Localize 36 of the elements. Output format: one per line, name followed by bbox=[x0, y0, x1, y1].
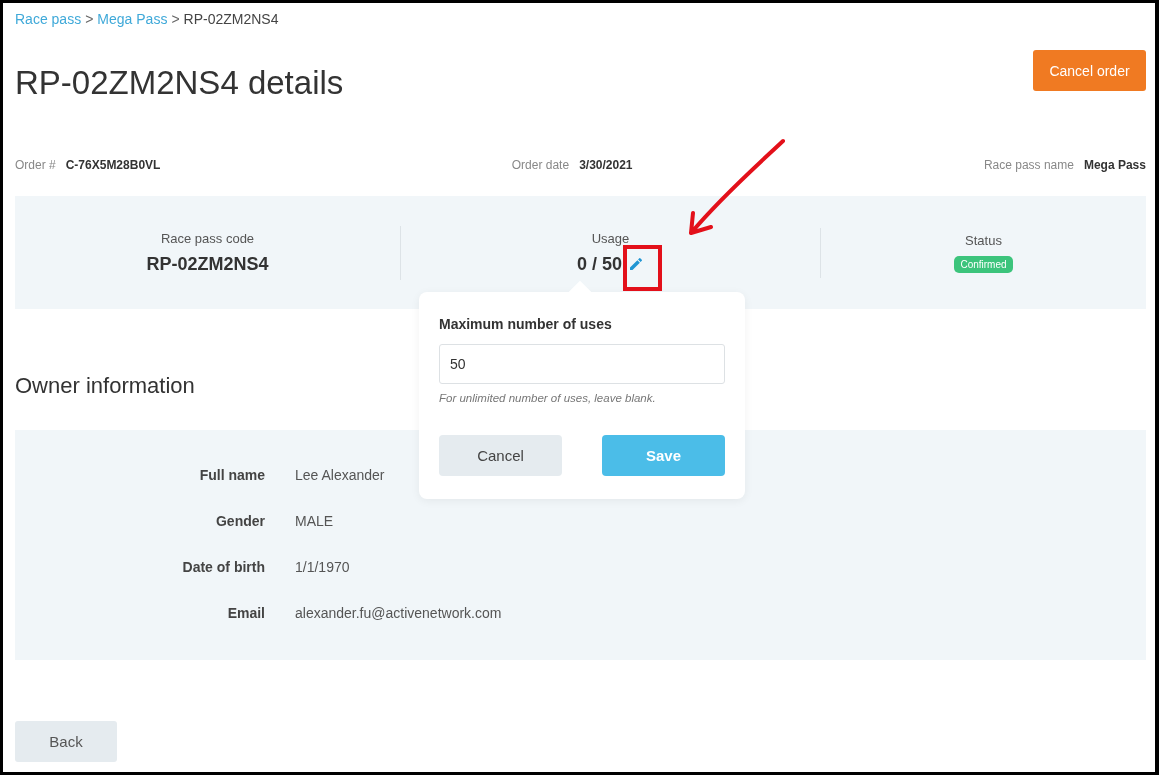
meta-label: Race pass name bbox=[983, 158, 1074, 172]
race-pass-code: RP-02ZM2NS4 bbox=[146, 253, 269, 275]
field-value: MALE bbox=[295, 512, 335, 531]
field-label: Full name bbox=[198, 466, 265, 485]
field-value: alexander.fu@activenetwork.com bbox=[295, 604, 503, 623]
meta-value: Mega Pass bbox=[1083, 158, 1146, 172]
status-badge: Confirmed bbox=[954, 255, 1013, 273]
meta-value: C-76X5M28B0VL bbox=[65, 158, 161, 172]
cancel-order-button[interactable]: Cancel order bbox=[1033, 50, 1146, 91]
highlight-box bbox=[623, 245, 662, 291]
field-value: 1/1/1970 bbox=[295, 558, 351, 577]
max-uses-field[interactable]: 50 bbox=[439, 344, 725, 384]
code-label: Race pass code bbox=[160, 230, 255, 246]
back-button[interactable]: Back bbox=[15, 721, 117, 762]
breadcrumb-link[interactable]: Race pass bbox=[15, 11, 82, 27]
cancel-button[interactable]: Cancel bbox=[439, 435, 562, 476]
status-label: Status bbox=[965, 232, 1002, 248]
field-value: Lee Alexander bbox=[295, 466, 386, 485]
pencil-icon[interactable] bbox=[628, 256, 644, 272]
meta-label: Order # bbox=[15, 158, 56, 172]
field-label: Gender bbox=[215, 512, 265, 531]
meta-label: Order date bbox=[511, 158, 570, 172]
section-heading: Owner information bbox=[15, 373, 195, 399]
save-button[interactable]: Save bbox=[602, 435, 725, 476]
usage-value: 0 / 50 bbox=[576, 253, 622, 275]
breadcrumb-separator: > bbox=[85, 11, 94, 27]
breadcrumb-link[interactable]: Mega Pass bbox=[97, 11, 168, 27]
usage-label: Usage bbox=[591, 230, 630, 246]
breadcrumb-current: RP-02ZM2NS4 bbox=[183, 11, 279, 27]
field-label: Maximum number of uses bbox=[439, 316, 613, 332]
field-label: Email bbox=[226, 604, 265, 623]
field-label: Date of birth bbox=[181, 558, 265, 577]
field-hint: For unlimited number of uses, leave blank. bbox=[439, 392, 657, 404]
page-title: RP-02ZM2NS4 details bbox=[15, 64, 344, 102]
breadcrumb-separator: > bbox=[171, 11, 180, 27]
meta-value: 3/30/2021 bbox=[579, 158, 633, 172]
